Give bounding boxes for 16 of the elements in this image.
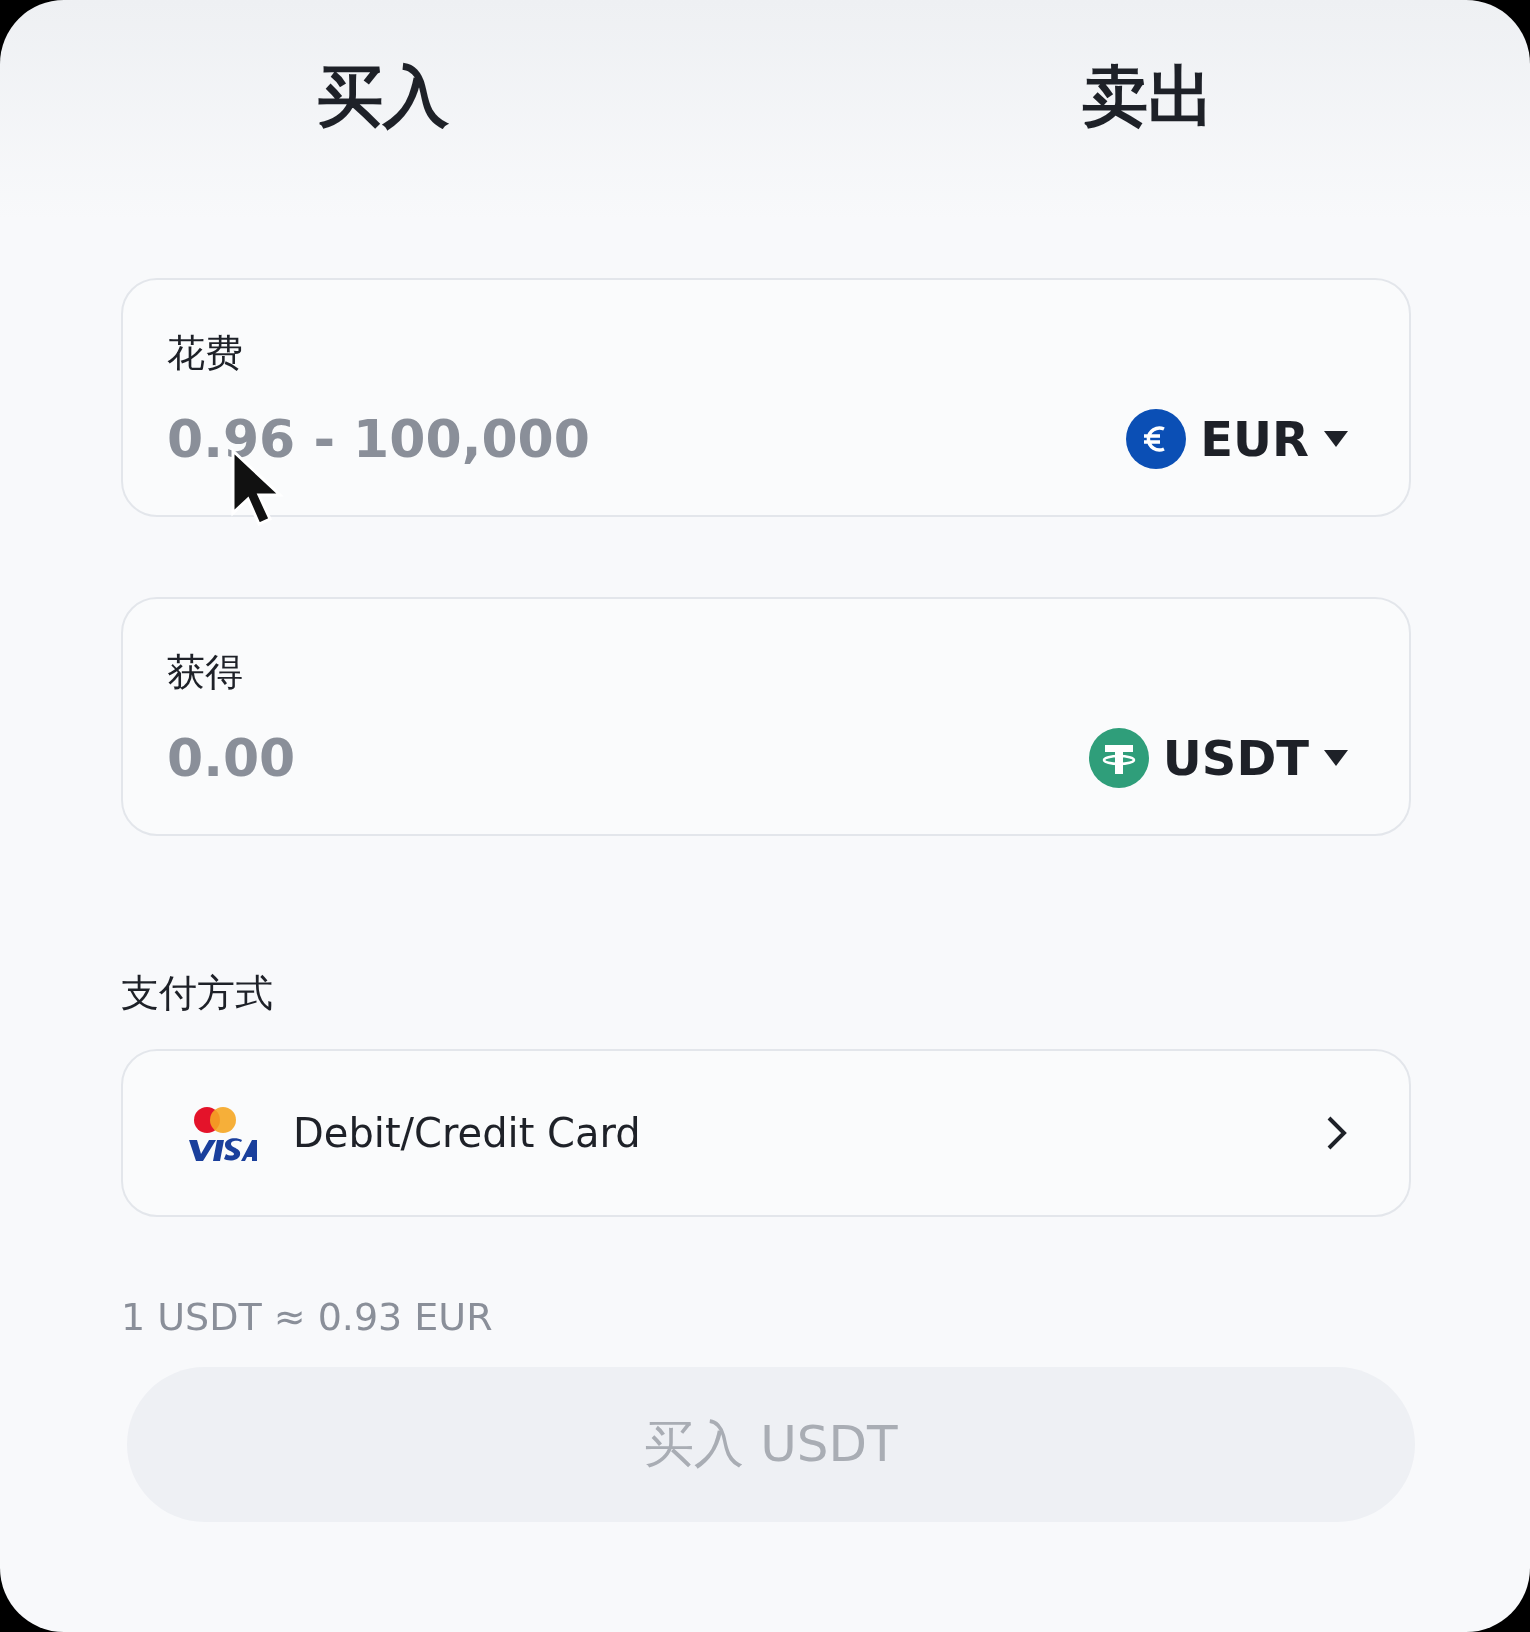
field-label: 获得 bbox=[167, 649, 243, 696]
field-label: 花费 bbox=[167, 330, 243, 377]
caret-icon bbox=[1323, 748, 1349, 768]
payment-method-row[interactable]: Debit/Credit Card bbox=[121, 1049, 1411, 1217]
currency-selector[interactable]: USDT bbox=[1088, 728, 1349, 788]
exchange-rate: 1 USDT ≈ 0.93 EUR bbox=[121, 1295, 493, 1339]
amount-field[interactable]: 0.96 - 100,000 bbox=[167, 409, 867, 469]
tether-icon bbox=[1088, 728, 1149, 788]
tab[interactable]: 买入 bbox=[0, 52, 765, 142]
tab[interactable]: 卖出 bbox=[765, 52, 1530, 142]
caret-icon bbox=[1323, 429, 1349, 449]
amount-field[interactable]: 0.00 bbox=[167, 728, 867, 788]
currency-selector[interactable]: EUR bbox=[1126, 409, 1349, 469]
chevron-right-icon bbox=[1325, 1115, 1349, 1151]
euro-icon bbox=[1126, 409, 1187, 469]
section-label: 支付方式 bbox=[121, 970, 273, 1017]
